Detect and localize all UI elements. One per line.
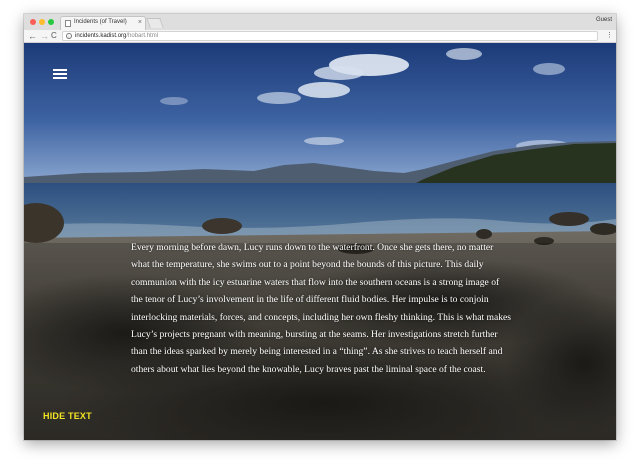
address-bar[interactable]: i incidents.kadist.org/hobart.html: [62, 31, 598, 41]
favicon-icon: [65, 20, 71, 27]
close-window-button[interactable]: [30, 19, 36, 25]
browser-window: Incidents (of Travel) × Guest ← → C i in…: [24, 14, 616, 440]
hamburger-menu-icon[interactable]: [53, 69, 67, 79]
hide-text-button[interactable]: HIDE TEXT: [43, 411, 92, 421]
new-tab-button[interactable]: [146, 18, 164, 28]
story-text: Every morning before dawn, Lucy runs dow…: [131, 242, 512, 375]
page-content: Every morning before dawn, Lucy runs dow…: [24, 43, 616, 440]
forward-button[interactable]: →: [40, 30, 49, 42]
minimize-window-button[interactable]: [39, 19, 45, 25]
browser-menu-button[interactable]: ⋮: [606, 30, 613, 42]
browser-toolbar: ← → C i incidents.kadist.org/hobart.html…: [24, 30, 616, 43]
zoom-window-button[interactable]: [48, 19, 54, 25]
tab-strip: Incidents (of Travel) × Guest: [24, 14, 616, 31]
url-text[interactable]: incidents.kadist.org/hobart.html: [75, 32, 158, 41]
profile-name[interactable]: Guest: [596, 17, 612, 23]
info-icon[interactable]: i: [66, 33, 72, 39]
tab-close-button[interactable]: ×: [138, 18, 142, 28]
url-path: /hobart.html: [126, 33, 159, 39]
reload-button[interactable]: C: [51, 30, 57, 42]
url-domain: incidents.kadist.org: [75, 33, 127, 39]
browser-tab[interactable]: Incidents (of Travel) ×: [60, 16, 146, 30]
tab-title: Incidents (of Travel): [74, 19, 127, 25]
back-button[interactable]: ←: [28, 30, 37, 42]
